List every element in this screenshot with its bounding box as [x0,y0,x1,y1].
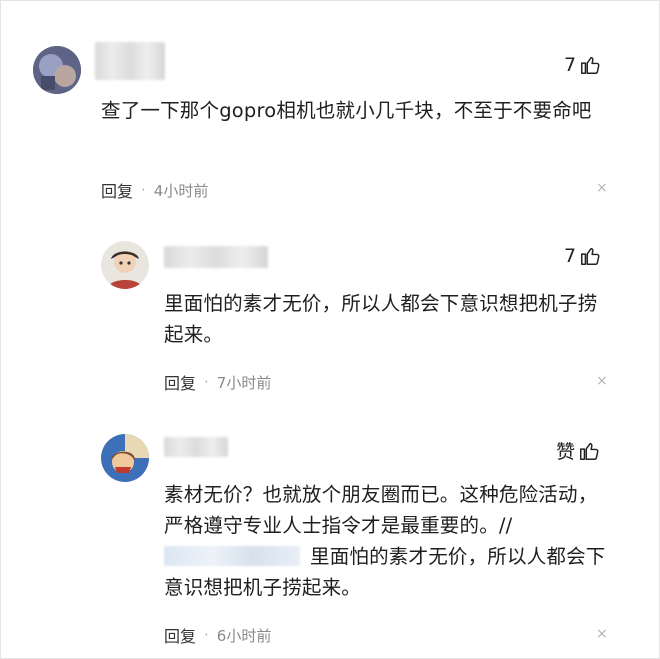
close-icon[interactable]: × [596,373,608,389]
meta-separator: · [204,373,209,391]
timestamp: 6小时前 [216,626,272,645]
avatar-image [101,434,149,482]
username-blurred[interactable] [164,246,268,268]
comment-body: 素材无价？也就放个朋友圈而已。这种危险活动，严格遵守专业人士指令才是最重要的。/… [164,483,598,537]
username-blurred[interactable] [95,42,165,80]
comment-meta: 回复 · 7小时前 [164,370,271,394]
like-count: 7 [564,245,577,267]
like-button[interactable]: 7 [564,245,601,267]
avatar-image [101,241,149,289]
username-blurred[interactable] [164,437,228,457]
timestamp: 7小时前 [216,373,272,392]
thumbs-up-icon [581,247,600,265]
like-button[interactable]: 赞 [556,437,600,464]
reply-button[interactable]: 回复 [101,178,133,202]
meta-separator: · [141,181,146,199]
comment-text: 里面怕的素才无价，所以人都会下意识想把机子捞起来。 [164,292,598,346]
like-count: 7 [564,54,577,76]
thumbs-up-icon [580,442,599,460]
avatar[interactable] [33,46,81,94]
comment-text: 素材无价？也就放个朋友圈而已。这种危险活动，严格遵守专业人士指令才是最重要的。/… [164,479,614,603]
quoted-username-blurred[interactable] [164,546,300,566]
timestamp: 4小时前 [153,181,209,200]
close-icon[interactable]: × [596,626,608,642]
avatar[interactable] [101,241,149,289]
meta-separator: · [204,626,209,644]
like-label: 赞 [556,441,576,463]
comment-text: 查了一下那个gopro相机也就小几千块，不至于不要命吧 [101,99,592,122]
reply-button[interactable]: 回复 [164,370,196,394]
comment-meta: 回复 · 4小时前 [101,178,208,202]
comment-meta: 回复 · 6小时前 [164,623,271,647]
avatar-image [33,46,81,94]
like-button[interactable]: 7 [564,54,601,76]
avatar[interactable] [101,434,149,482]
close-icon[interactable]: × [596,180,608,196]
thumbs-up-icon [581,56,600,74]
reply-button[interactable]: 回复 [164,623,196,647]
